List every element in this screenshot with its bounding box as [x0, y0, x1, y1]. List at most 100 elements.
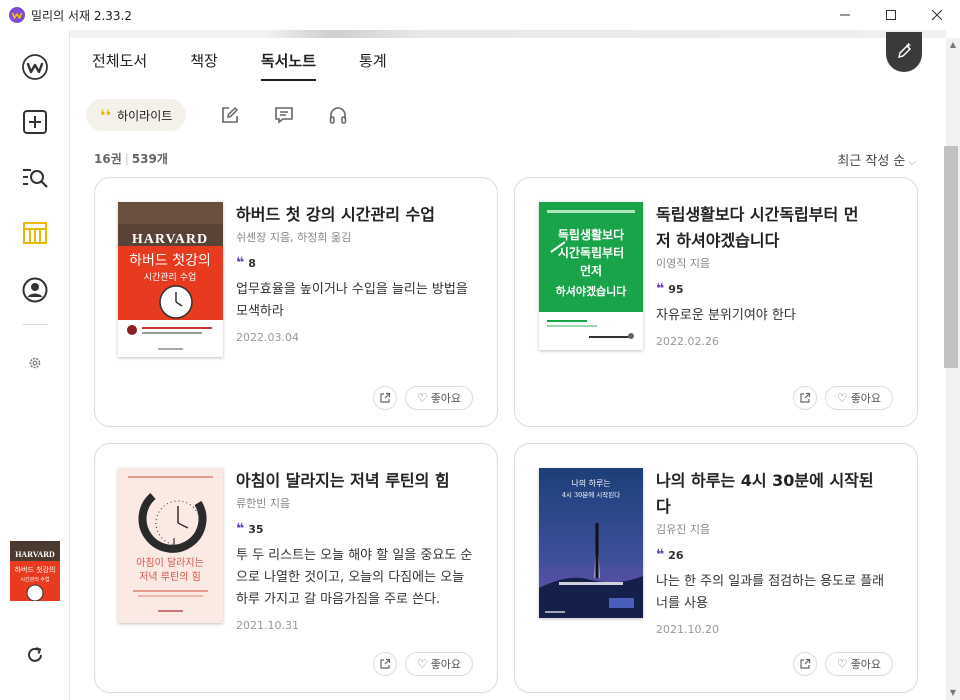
sidebar-item-library[interactable]	[20, 218, 50, 248]
heart-icon: ♡	[836, 391, 848, 405]
sidebar-item-profile[interactable]	[20, 275, 50, 305]
like-label: 좋아요	[430, 392, 462, 405]
chevron-down-icon: ⌵	[908, 157, 916, 168]
title-bar: 밀리의 서재 2.33.2	[0, 0, 960, 30]
sort-label: 최근 작성 순	[837, 154, 906, 169]
note-line: 너를 사용	[656, 596, 708, 611]
sort-dropdown[interactable]: 최근 작성 순 ⌵	[837, 150, 916, 169]
pen-plus-icon	[897, 43, 912, 59]
sidebar-item-settings[interactable]	[20, 348, 50, 378]
write-note-button[interactable]	[886, 32, 922, 72]
comment-filter-button[interactable]	[274, 105, 294, 125]
sidebar-item-home[interactable]	[20, 52, 50, 82]
share-button[interactable]	[373, 652, 397, 676]
highlight-count: ❝ 95	[656, 281, 896, 297]
book-cover-image: 아침이 달라지는 저녁 루틴의 힘	[118, 468, 223, 623]
tab-reading-notes[interactable]: 독서노트	[260, 50, 317, 81]
scrollbar-thumb[interactable]	[944, 146, 958, 368]
highlight-filter-chip[interactable]: ❛❛ 하이라이트	[86, 99, 187, 131]
book-cover[interactable]: HARVARD 하버드 첫강의 시간관리 수업	[118, 202, 223, 357]
like-button[interactable]: ♡ 좋아요	[825, 386, 893, 410]
book-cover[interactable]: 아침이 달라지는 저녁 루틴의 힘	[118, 468, 223, 623]
audio-filter-button[interactable]	[328, 105, 348, 125]
pen-note-icon	[222, 106, 239, 123]
latest-note-text: 투 두 리스트는 오늘 해야 할 일을 중요도 순 으로 나열한 것이고, 오늘…	[236, 545, 476, 611]
quote-icon: ❝	[656, 547, 665, 563]
share-icon	[380, 392, 391, 403]
note-count: 539개	[131, 152, 168, 166]
book-cover[interactable]: 나의 하루는 4시 30분에 시작된다	[539, 468, 643, 618]
svg-text:독립생활보다: 독립생활보다	[558, 227, 624, 242]
sidebar: HARVARD 하버드 첫강의 시간관리 수업	[0, 30, 70, 700]
note-line: 으로 나열한 것이고, 오늘의 다짐에는 오늘	[236, 570, 465, 585]
heart-icon: ♡	[836, 657, 848, 671]
tab-statistics[interactable]: 통계	[359, 50, 387, 81]
highlight-count-value: 8	[248, 256, 256, 270]
book-cover-image: HARVARD 하버드 첫강의 시간관리 수업	[118, 202, 223, 357]
note-card[interactable]: 나의 하루는 4시 30분에 시작된다 나의 하루는 4시 30분에 시작된 다…	[514, 443, 918, 693]
like-button[interactable]: ♡ 좋아요	[405, 386, 473, 410]
share-button[interactable]	[373, 386, 397, 410]
scroll-up-arrow[interactable]: ▲	[948, 40, 958, 49]
user-circle-icon	[22, 277, 48, 303]
maximize-button[interactable]	[868, 0, 914, 30]
tab-all-books[interactable]: 전체도서	[92, 50, 147, 81]
quote-icon: ❝	[656, 281, 665, 297]
highlight-count: ❝ 35	[236, 521, 476, 537]
close-button[interactable]	[914, 0, 960, 30]
like-button[interactable]: ♡ 좋아요	[825, 652, 893, 676]
millie-logo-icon	[22, 54, 48, 80]
sidebar-item-add[interactable]	[20, 107, 50, 137]
book-title[interactable]: 나의 하루는 4시 30분에 시작된 다	[656, 468, 896, 520]
search-list-icon	[23, 169, 48, 188]
note-card[interactable]: HARVARD 하버드 첫강의 시간관리 수업 하버드 첫 강의 시간관리 수업…	[94, 177, 498, 427]
svg-text:HARVARD: HARVARD	[132, 232, 208, 247]
current-book-thumbnail[interactable]: HARVARD 하버드 첫강의 시간관리 수업	[10, 541, 60, 614]
svg-text:시간관리 수업: 시간관리 수업	[20, 576, 49, 583]
title-line: 나의 하루는 4시 30분에 시작된	[656, 471, 874, 490]
note-line: 업무효율을 높이거나 수입을 늘리는 방법을	[236, 282, 468, 297]
svg-text:시간독립부터: 시간독립부터	[558, 245, 624, 260]
note-line: 하루 가지고 갈 마음가짐을 주로 쓴다.	[236, 592, 441, 607]
note-card[interactable]: 아침이 달라지는 저녁 루틴의 힘 아침이 달라지는 저녁 루틴의 힘 류한빈 …	[94, 443, 498, 693]
headphones-icon	[330, 107, 347, 124]
note-count-summary: 16권 | 539개	[94, 152, 168, 166]
note-filter-row: ❛❛ 하이라이트	[86, 99, 348, 131]
book-count: 16권	[94, 152, 122, 166]
title-line: 다	[656, 497, 671, 516]
app-logo-icon	[9, 7, 25, 23]
comment-icon	[275, 107, 294, 124]
latest-note-text: 나는 한 주의 일과를 점검하는 용도로 플래 너를 사용	[656, 571, 896, 615]
share-button[interactable]	[793, 652, 817, 676]
book-cover[interactable]: 독립생활보다 시간독립부터 먼저 하셔야겠습니다	[539, 202, 643, 350]
book-title[interactable]: 아침이 달라지는 저녁 루틴의 힘	[236, 468, 476, 494]
memo-filter-button[interactable]	[220, 105, 240, 125]
svg-text:4시 30분에 시작된다: 4시 30분에 시작된다	[562, 490, 620, 499]
note-date: 2022.02.26	[656, 335, 719, 348]
tab-bookshelf[interactable]: 책장	[190, 50, 218, 81]
highlight-count: ❝ 26	[656, 547, 896, 563]
plus-square-icon	[23, 110, 47, 134]
sidebar-item-refresh[interactable]	[20, 640, 50, 670]
quote-icon: ❝	[236, 255, 245, 271]
book-author: 쉬셴장 지음, 하정희 옮김	[236, 231, 352, 244]
share-button[interactable]	[793, 386, 817, 410]
minimize-button[interactable]	[822, 0, 868, 30]
highlight-filter-label: 하이라이트	[117, 108, 173, 123]
like-label: 좋아요	[850, 392, 882, 405]
like-label: 좋아요	[430, 658, 462, 671]
sidebar-item-search[interactable]	[20, 163, 50, 193]
highlight-count: ❝ 8	[236, 255, 476, 271]
note-line: 나는 한 주의 일과를 점검하는 용도로 플래	[656, 574, 885, 589]
book-title[interactable]: 하버드 첫 강의 시간관리 수업	[236, 202, 476, 228]
like-button[interactable]: ♡ 좋아요	[405, 652, 473, 676]
top-banner-strip	[70, 30, 946, 38]
book-title[interactable]: 독립생활보다 시간독립부터 먼 저 하셔야겠습니다	[656, 202, 896, 254]
note-card[interactable]: 독립생활보다 시간독립부터 먼저 하셔야겠습니다 독립생활보다 시간독립부터 먼…	[514, 177, 918, 427]
heart-icon: ♡	[416, 391, 428, 405]
scroll-down-arrow[interactable]: ▼	[948, 688, 958, 697]
note-date: 2021.10.31	[236, 619, 299, 632]
bookshelf-icon	[23, 222, 47, 244]
svg-text:하버드 첫강의: 하버드 첫강의	[129, 253, 211, 269]
scrollbar-track[interactable]	[946, 38, 960, 700]
